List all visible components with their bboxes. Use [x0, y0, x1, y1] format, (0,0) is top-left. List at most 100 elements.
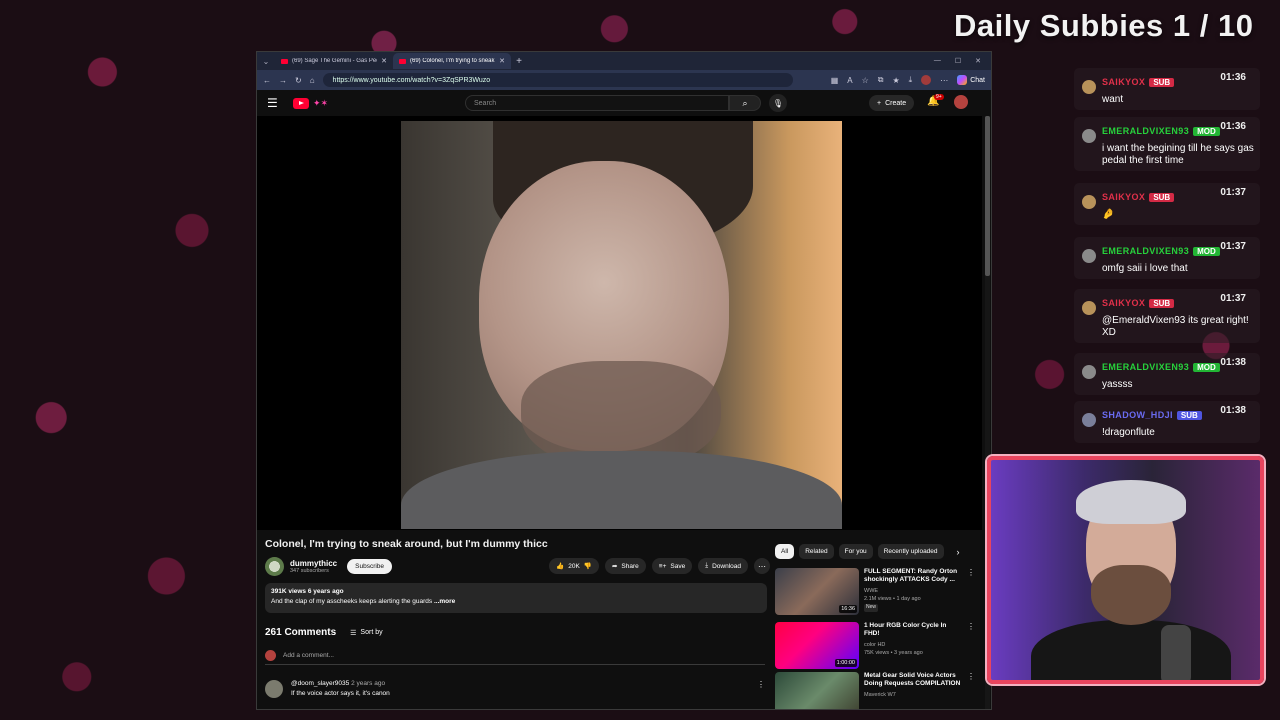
comment-item: @doom_slayer9035 2 years ago If the voic…: [265, 680, 765, 698]
comment-header: @doom_slayer9035 2 years ago: [291, 680, 390, 687]
recommendation-thumbnail[interactable]: 1:00:00: [775, 622, 859, 669]
recommendation-item[interactable]: 1:00:00 1 Hour RGB Color Cycle In FHD! c…: [775, 622, 975, 669]
video-subject-shirt: [401, 451, 842, 529]
sub-badge: SUB: [1149, 299, 1175, 308]
hamburger-menu-icon[interactable]: ☰: [267, 96, 283, 110]
close-window-icon[interactable]: ✕: [975, 57, 981, 65]
forward-icon[interactable]: →: [279, 76, 287, 85]
chat-message: EMERALDVIXEN93 MOD 01:37 omfg saii i love…: [1074, 237, 1260, 279]
search-button[interactable]: ⌕: [729, 95, 761, 111]
home-icon[interactable]: ⌂: [310, 76, 315, 85]
search-input[interactable]: Search: [465, 95, 729, 111]
sub-badge: SUB: [1149, 78, 1175, 87]
recommendation-item[interactable]: 16:36 FULL SEGMENT: Randy Orton shocking…: [775, 568, 975, 615]
tab-actions-icon[interactable]: ⌄: [257, 57, 275, 66]
chip-recently-uploaded[interactable]: Recently uploaded: [877, 544, 944, 559]
tab-gas-pedal[interactable]: (69) Sage The Gemini - Gas Pedal ✕: [275, 53, 393, 69]
channel-avatar[interactable]: [265, 556, 284, 576]
chat-message: SAIKYOX SUB 01:36 want: [1074, 68, 1260, 110]
back-icon[interactable]: ←: [263, 76, 271, 85]
streamer-beard: [1091, 565, 1171, 625]
chip-related[interactable]: Related: [799, 544, 834, 559]
thumbs-down-icon[interactable]: 👎: [584, 562, 592, 570]
video-player[interactable]: [257, 116, 982, 530]
tab-label: (69) Sage The Gemini - Gas Pedal: [292, 58, 378, 64]
streamer-bandana: [1076, 480, 1186, 524]
copilot-chat-button[interactable]: Chat: [957, 75, 985, 85]
like-button[interactable]: 👍 20K 👎: [549, 558, 599, 574]
scrollbar-thumb[interactable]: [985, 116, 990, 276]
comment-count: 261 Comments: [265, 627, 337, 638]
chip-for-you[interactable]: For you: [838, 544, 873, 559]
save-button[interactable]: ≡+ Save: [651, 558, 693, 574]
add-comment-row[interactable]: Add a comment...: [265, 650, 765, 665]
recommendation-thumbnail[interactable]: 16:36: [775, 568, 859, 615]
chat-text: want: [1102, 94, 1124, 105]
favorite-star-icon[interactable]: ☆: [862, 76, 869, 85]
tab-colonel[interactable]: (69) Colonel, I'm trying to sneak a ✕: [393, 53, 511, 69]
window-controls: — ☐ ✕: [934, 57, 991, 65]
comment-username[interactable]: @doom_slayer9035: [291, 680, 349, 687]
share-button[interactable]: ➦ Share: [604, 558, 646, 574]
create-button[interactable]: + Create: [869, 95, 915, 111]
add-comment-input[interactable]: Add a comment...: [283, 652, 334, 659]
recommendation-menu-icon[interactable]: ⋮: [967, 622, 975, 669]
chat-username: EMERALDVIXEN93: [1102, 362, 1190, 372]
chat-message: SAIKYOX SUB 01:37 🤌: [1074, 183, 1260, 225]
youtube-favicon-icon: [281, 58, 288, 64]
recommendation-menu-icon[interactable]: ⋮: [967, 672, 975, 709]
chat-message: EMERALDVIXEN93 MOD 01:38 yassss: [1074, 353, 1260, 395]
profile-avatar[interactable]: [921, 75, 932, 85]
sub-badge: SUB: [1176, 411, 1202, 420]
mod-badge: MOD: [1193, 363, 1220, 372]
share-label: Share: [621, 562, 639, 570]
favorites-icon[interactable]: ★: [892, 76, 899, 85]
chat-text: !dragonflute: [1102, 427, 1155, 438]
overlay-title: Daily Subbies 1 / 10: [954, 8, 1254, 43]
recommendation-item[interactable]: Metal Gear Solid Voice Actors Doing Requ…: [775, 672, 975, 709]
description-more-link[interactable]: ...more: [434, 598, 455, 605]
voice-search-button[interactable]: 🎙: [769, 94, 787, 112]
account-avatar[interactable]: [954, 95, 968, 109]
extensions-icon[interactable]: ⧉: [878, 75, 884, 85]
subscribe-button[interactable]: Subscribe: [347, 558, 393, 574]
maximize-icon[interactable]: ☐: [955, 57, 961, 65]
video-title: Colonel, I'm trying to sneak around, but…: [265, 538, 548, 550]
recommendation-meta: Maverick W7: [864, 691, 962, 699]
description-box[interactable]: 391K views 6 years ago And the clap of m…: [265, 583, 767, 613]
chat-text: @EmeraldVixen93 its great right! XD: [1102, 315, 1249, 338]
tab-close-icon[interactable]: ✕: [499, 57, 505, 65]
chip-all[interactable]: All: [775, 544, 795, 559]
comment-menu-icon[interactable]: ⋮: [757, 680, 765, 698]
copilot-icon: [957, 75, 968, 85]
thumbs-up-icon: 👍: [556, 563, 565, 570]
recommendation-thumbnail[interactable]: [775, 672, 859, 709]
microphone: [1161, 625, 1191, 680]
apps-icon[interactable]: ▦: [831, 76, 839, 85]
menu-dots-icon[interactable]: ⋯: [940, 76, 948, 85]
refresh-icon[interactable]: ↻: [295, 76, 302, 85]
read-aloud-icon[interactable]: A: [847, 76, 852, 85]
downloads-icon[interactable]: ⤓: [909, 75, 913, 85]
video-frame[interactable]: [401, 121, 842, 529]
youtube-logo-icon[interactable]: [293, 97, 309, 109]
url-field[interactable]: https://www.youtube.com/watch?v=3ZqSPR3W…: [322, 73, 793, 87]
download-button[interactable]: ⤓ Download: [698, 558, 748, 574]
sort-icon: ☰: [350, 629, 357, 637]
sort-by-button[interactable]: ☰ Sort by: [350, 629, 382, 637]
channel-name[interactable]: dummythicc: [290, 559, 337, 568]
youtube-doodle-icon[interactable]: ✦✶: [313, 98, 328, 109]
video-duration: 1:00:00: [834, 659, 857, 667]
chips-next-icon[interactable]: ›: [957, 547, 960, 557]
chat-avatar: [1082, 413, 1096, 427]
recommendation-menu-icon[interactable]: ⋮: [967, 568, 975, 615]
more-actions-icon[interactable]: ⋯: [754, 558, 770, 574]
create-label: Create: [885, 99, 907, 107]
minimize-icon[interactable]: —: [934, 57, 941, 65]
chat-username: SAIKYOX: [1102, 77, 1146, 87]
mod-badge: MOD: [1193, 247, 1220, 256]
new-tab-button[interactable]: +: [511, 56, 527, 67]
chat-username: SHADOW_HDJI: [1102, 410, 1173, 420]
tab-close-icon[interactable]: ✕: [381, 57, 387, 65]
commenter-avatar[interactable]: [265, 680, 283, 698]
